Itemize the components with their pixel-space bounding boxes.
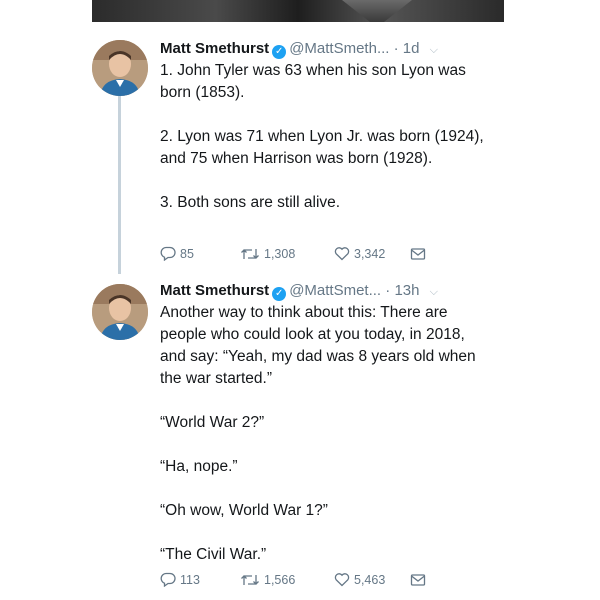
direct-message-icon [410,573,426,586]
chevron-down-icon[interactable]: ⌵ [430,44,438,56]
username[interactable]: @MattSmeth... [289,40,389,57]
tweet-actions: 85 1,308 3,342 [160,246,430,261]
tweet-text: 1. John Tyler was 63 when his son Lyon w… [160,60,490,214]
retweet-button[interactable]: 1,566 [240,573,334,587]
direct-message-button[interactable] [410,573,430,587]
reply-button[interactable]: 85 [160,246,240,261]
retweet-count: 1,308 [264,246,296,261]
tweet: Matt Smethurst ✓ @MattSmeth... · 1d ⌵ 1. J… [160,38,490,261]
like-button[interactable]: 3,342 [334,246,410,261]
retweet-icon [241,248,259,259]
heart-icon [334,247,350,261]
avatar-image [92,284,148,340]
avatar-image [92,40,148,96]
like-button[interactable]: 5,463 [334,572,410,587]
tweet-paragraph: 1. John Tyler was 63 when his son Lyon w… [160,62,466,101]
heart-icon [334,573,350,587]
retweet-icon [241,574,259,585]
tweet-actions: 113 1,566 5,463 [160,572,430,587]
avatar[interactable] [92,40,148,96]
tweet-header: Matt Smethurst ✓ @MattSmet... · 13h ⌵ [160,280,490,302]
tweet-paragraph: “The Civil War.” [160,546,267,563]
photo-collar [342,0,412,22]
cropped-photo [92,0,504,22]
timestamp[interactable]: · 13h [385,282,419,299]
direct-message-button[interactable] [410,247,430,261]
tweet-paragraph: 3. Both sons are still alive. [160,194,341,211]
reply-count: 85 [180,246,194,261]
verified-badge-icon: ✓ [272,287,287,301]
direct-message-icon [410,247,426,260]
avatar[interactable] [92,284,148,340]
reply-button[interactable]: 113 [160,572,240,587]
reply-icon [160,572,176,587]
tweet-paragraph: “Ha, nope.” [160,458,238,475]
thread-connector-line [118,96,121,274]
like-count: 5,463 [354,572,386,587]
tweet-paragraph: Another way to think about this: There a… [160,304,476,387]
tweet-text: Another way to think about this: There a… [160,302,490,566]
reply-icon [160,246,176,261]
chevron-down-icon[interactable]: ⌵ [430,286,438,298]
reply-count: 113 [180,572,200,587]
like-count: 3,342 [354,246,386,261]
display-name[interactable]: Matt Smethurst [160,282,269,299]
tweet-paragraph: “World War 2?” [160,414,265,431]
username[interactable]: @MattSmet... [289,282,381,299]
verified-badge-icon: ✓ [272,45,287,59]
retweet-button[interactable]: 1,308 [240,247,334,261]
tweet-header: Matt Smethurst ✓ @MattSmeth... · 1d ⌵ [160,38,490,60]
tweet-paragraph: “Oh wow, World War 1?” [160,502,328,519]
timestamp[interactable]: · 1d [394,40,420,57]
retweet-count: 1,566 [264,572,296,587]
display-name[interactable]: Matt Smethurst [160,40,269,57]
tweet-paragraph: 2. Lyon was 71 when Lyon Jr. was born (1… [160,128,484,167]
tweet: Matt Smethurst ✓ @MattSmet... · 13h ⌵ Anot… [160,280,490,587]
